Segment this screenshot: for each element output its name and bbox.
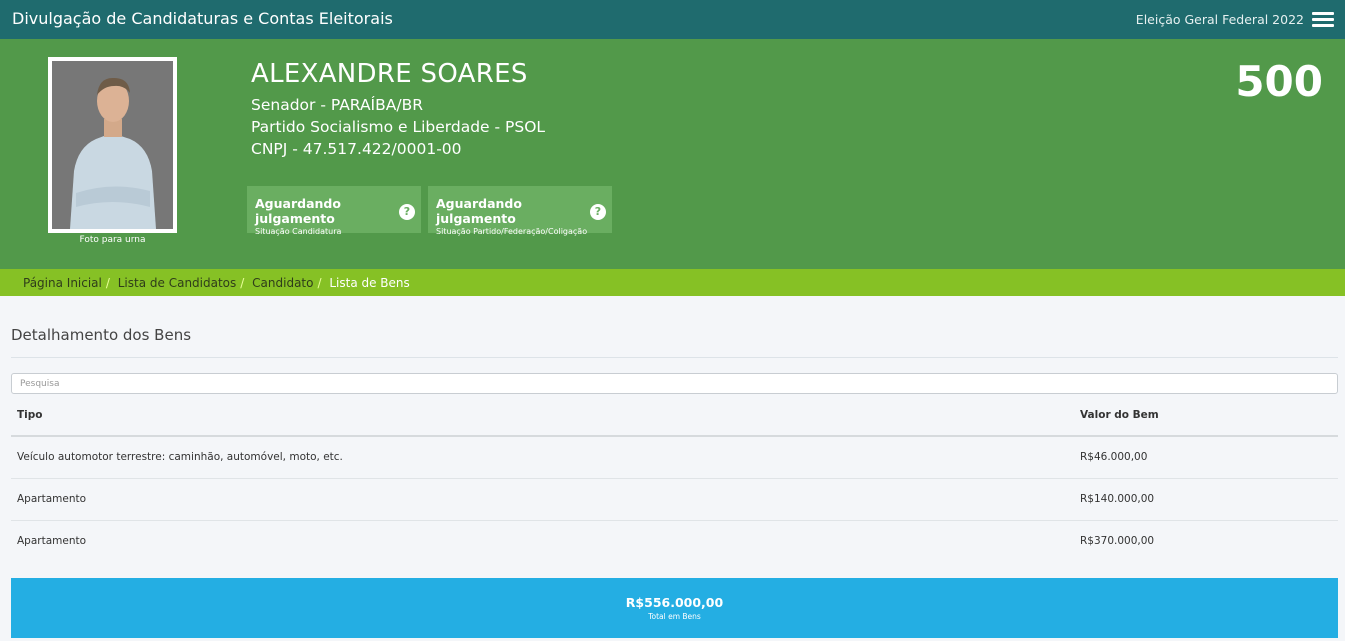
election-label: Eleição Geral Federal 2022 (1135, 12, 1304, 27)
cell-tipo: Apartamento (17, 535, 87, 547)
cell-valor: R$46.000,00 (1080, 451, 1148, 463)
breadcrumb-separator: / (317, 276, 322, 290)
search-input[interactable] (11, 373, 1338, 394)
candidate-name: ALEXANDRE SOARES (251, 59, 528, 89)
candidate-photo-frame (48, 57, 177, 233)
photo-caption: Foto para urna (79, 235, 146, 245)
breadcrumb-separator: / (240, 276, 245, 290)
cell-valor: R$370.000,00 (1080, 535, 1155, 547)
breadcrumb-candidate[interactable]: Candidato (252, 276, 313, 290)
status-partido: Aguardando julgamento Situação Partido/F… (428, 186, 612, 236)
breadcrumb-candidate-list[interactable]: Lista de Candidatos (118, 276, 237, 290)
cell-valor: R$140.000,00 (1080, 493, 1155, 505)
top-navbar: Divulgação de Candidaturas e Contas Elei… (0, 0, 1345, 39)
candidate-header: Foto para urna ALEXANDRE SOARES Senador … (0, 39, 1345, 269)
table-row: Apartamento R$140.000,00 (11, 479, 1338, 521)
assets-table: Tipo Valor do Bem Veículo automotor terr… (11, 396, 1338, 563)
status-title: Aguardando julgamento (255, 196, 341, 226)
breadcrumb-home[interactable]: Página Inicial (23, 276, 102, 290)
section-title: Detalhamento dos Bens (11, 326, 192, 344)
cell-tipo: Veículo automotor terrestre: caminhão, a… (17, 451, 343, 463)
total-value: R$556.000,00 (625, 595, 724, 610)
breadcrumb-current: Lista de Bens (329, 276, 410, 290)
cell-tipo: Apartamento (17, 493, 87, 505)
table-row: Veículo automotor terrestre: caminhão, a… (11, 437, 1338, 479)
column-header-tipo[interactable]: Tipo (17, 409, 43, 421)
total-label: Total em Bens (648, 612, 701, 621)
question-icon[interactable]: ? (399, 204, 415, 220)
question-icon[interactable]: ? (590, 204, 606, 220)
candidate-party: Partido Socialismo e Liberdade - PSOL (251, 118, 546, 136)
status-candidatura: Aguardando julgamento Situação Candidatu… (247, 186, 421, 236)
app-title[interactable]: Divulgação de Candidaturas e Contas Elei… (12, 9, 393, 28)
breadcrumb-separator: / (105, 276, 110, 290)
table-header: Tipo Valor do Bem (11, 396, 1338, 437)
table-row: Apartamento R$370.000,00 (11, 521, 1338, 563)
divider (11, 357, 1338, 358)
candidate-photo (52, 61, 173, 229)
candidate-number: 500 (1235, 57, 1323, 106)
candidate-office: Senador - PARAÍBA/BR (251, 96, 423, 114)
status-title: Aguardando julgamento (436, 196, 522, 226)
total-assets-bar: R$556.000,00 Total em Bens (11, 578, 1338, 638)
status-subtitle: Situação Candidatura (255, 227, 342, 236)
column-header-valor[interactable]: Valor do Bem (1080, 409, 1159, 421)
candidate-cnpj: CNPJ - 47.517.422/0001-00 (251, 140, 462, 158)
hamburger-menu-icon[interactable] (1312, 12, 1334, 28)
breadcrumb: Página Inicial / Lista de Candidatos / Can… (0, 269, 1345, 296)
status-subtitle: Situação Partido/Federação/Coligação (436, 227, 588, 236)
